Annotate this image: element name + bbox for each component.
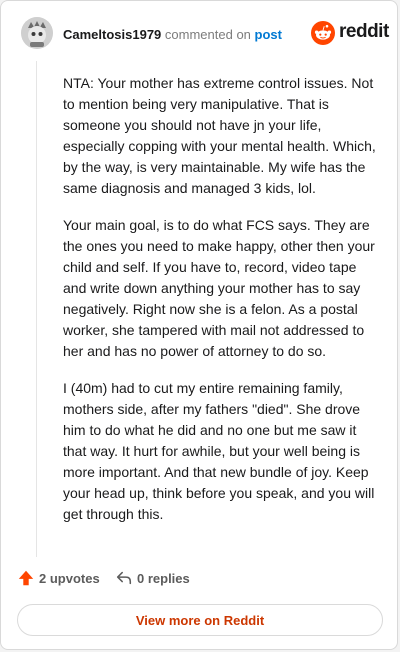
upvote-count: 2 upvotes	[39, 570, 100, 586]
avatar-image-icon	[21, 17, 53, 49]
comment-paragraph: Your main goal, is to do what FCS says. …	[63, 217, 375, 359]
upvote-button[interactable]: 2 upvotes	[17, 569, 100, 587]
thread-line[interactable]	[36, 61, 37, 557]
reddit-wordmark: reddit	[339, 21, 389, 42]
post-link[interactable]: post	[255, 27, 282, 42]
comment-card: Cameltosis1979 commented on post reddit …	[0, 0, 398, 650]
reddit-logo-icon	[311, 21, 335, 45]
view-more-button[interactable]: View more on Reddit	[17, 604, 383, 636]
comment-paragraph: NTA: Your mother has extreme control iss…	[63, 75, 376, 196]
comment-byline: Cameltosis1979 commented on post	[63, 27, 282, 42]
comment-footer: 2 upvotes 0 replies	[17, 569, 381, 591]
comment-body: NTA: Your mother has extreme control iss…	[63, 73, 381, 541]
reply-button[interactable]: 0 replies	[115, 569, 190, 587]
username[interactable]: Cameltosis1979	[63, 27, 161, 42]
comment-header: Cameltosis1979 commented on post reddit	[21, 17, 389, 53]
upvote-arrow-icon	[18, 570, 34, 586]
comment-paragraph: I (40m) had to cut my entire remaining f…	[63, 380, 375, 522]
reply-arrow-icon	[116, 571, 132, 585]
reply-count: 0 replies	[137, 570, 190, 586]
avatar[interactable]	[21, 17, 53, 49]
action-text: commented on	[164, 27, 251, 42]
